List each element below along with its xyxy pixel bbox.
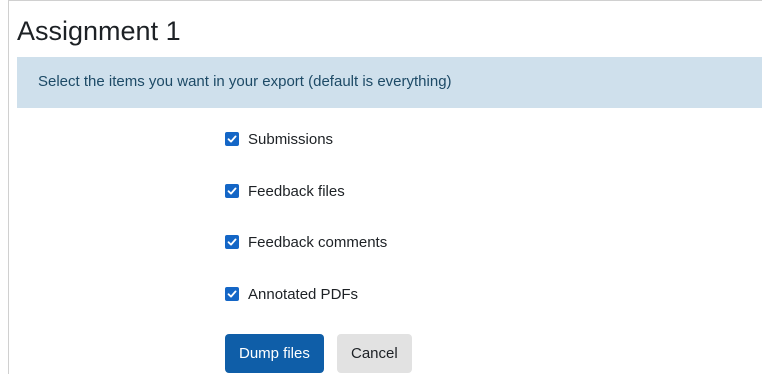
checkmark-icon [227,187,237,195]
option-label: Annotated PDFs [248,285,359,303]
checkmark-icon [227,290,237,298]
option-label: Feedback comments [248,233,388,251]
cancel-button[interactable]: Cancel [337,334,412,373]
annotated-pdfs-checkbox[interactable] [225,287,239,301]
feedback-comments-checkbox[interactable] [225,235,239,249]
feedback-files-checkbox[interactable] [225,184,239,198]
info-banner: Select the items you want in your export… [17,57,762,108]
top-divider [8,0,762,1]
option-label: Submissions [248,130,334,148]
option-annotated-pdfs[interactable]: Annotated PDFs [225,284,358,304]
option-feedback-files[interactable]: Feedback files [225,181,345,201]
option-feedback-comments[interactable]: Feedback comments [225,232,387,252]
page-title: Assignment 1 [17,16,181,46]
dump-files-button[interactable]: Dump files [225,334,324,373]
submissions-checkbox[interactable] [225,132,239,146]
checkmark-icon [227,238,237,246]
info-banner-text: Select the items you want in your export… [38,73,452,90]
checkmark-icon [227,135,237,143]
option-submissions[interactable]: Submissions [225,129,333,149]
option-label: Feedback files [248,182,345,200]
